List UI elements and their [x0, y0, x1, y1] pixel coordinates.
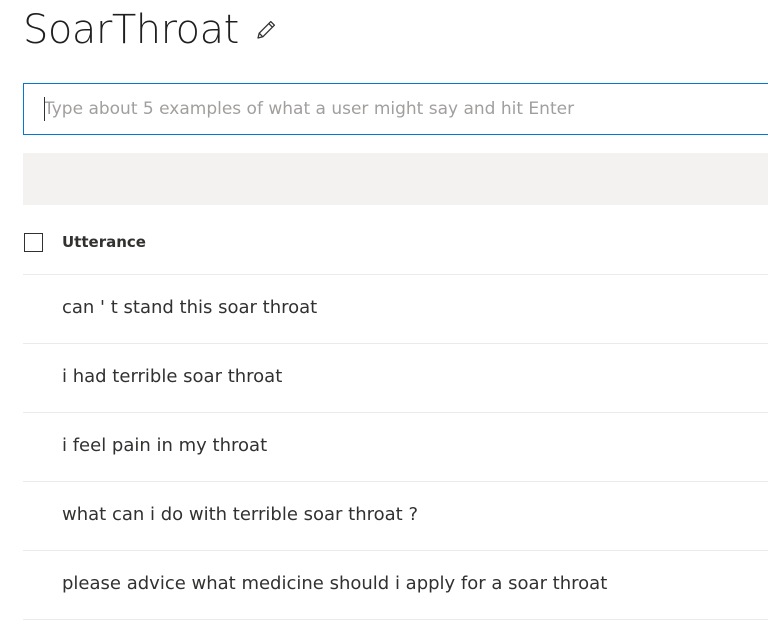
utterance-text: please advice what medicine should i app… [62, 573, 608, 594]
utterance-text: can ' t stand this soar throat [62, 297, 318, 318]
toolbar-band [23, 153, 768, 205]
pencil-icon[interactable] [253, 17, 279, 43]
utterance-text: i had terrible soar throat [62, 366, 283, 387]
intent-name: SoarThroat [23, 7, 239, 53]
select-all-checkbox[interactable] [24, 233, 43, 252]
utterance-text: i feel pain in my throat [62, 435, 268, 456]
table-row[interactable]: i had terrible soar throat [23, 344, 768, 413]
utterance-text: what can i do with terrible soar throat … [62, 504, 419, 525]
table-row[interactable]: please advice what medicine should i app… [23, 551, 768, 620]
table-row[interactable]: i feel pain in my throat [23, 413, 768, 482]
table-row[interactable]: what can i do with terrible soar throat … [23, 482, 768, 551]
intent-page: SoarThroat Utterance can ' t stand this … [0, 0, 768, 629]
utterances-table: Utterance can ' t stand this soar throat… [23, 208, 768, 620]
title-row: SoarThroat [23, 4, 279, 56]
table-row[interactable]: can ' t stand this soar throat [23, 275, 768, 344]
utterance-input-box[interactable] [23, 83, 768, 135]
table-header: Utterance [23, 208, 768, 275]
column-header-utterance: Utterance [62, 233, 146, 251]
text-cursor [44, 97, 45, 121]
utterance-input[interactable] [44, 84, 744, 134]
